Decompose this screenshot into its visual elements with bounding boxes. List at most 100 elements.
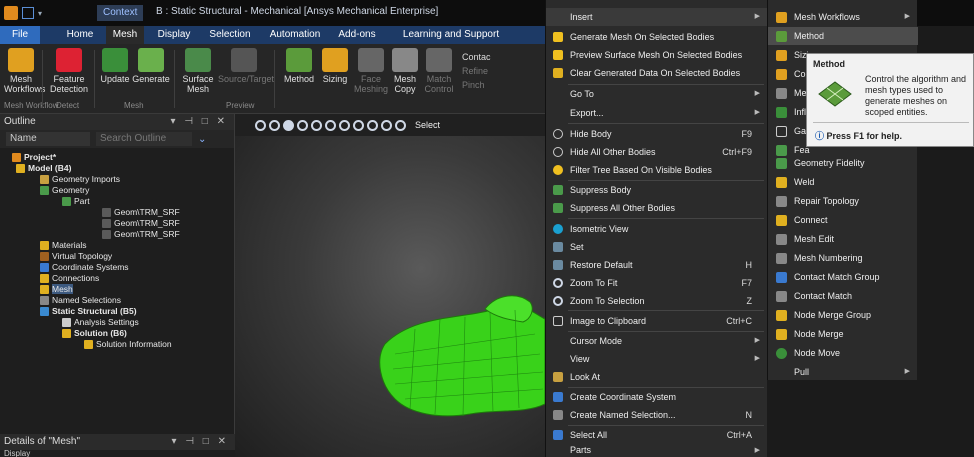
tab-display[interactable]: Display <box>152 26 196 44</box>
tab-add-ons[interactable]: Add-ons <box>334 26 380 44</box>
surface-mesh-button[interactable]: Surface Mesh <box>180 48 216 94</box>
menu-item-create-coordinate-system[interactable]: Create Coordinate System <box>546 388 768 406</box>
menu-item-isometric-view[interactable]: Isometric View <box>546 220 768 238</box>
search-outline-input[interactable]: Search Outline <box>96 132 192 146</box>
tab-automation[interactable]: Automation <box>264 26 326 44</box>
zoom-fit-icon[interactable] <box>367 119 378 131</box>
tree-item-body[interactable]: Geom\TRM_SRF <box>0 207 234 218</box>
tree-item-named-selections[interactable]: Named Selections <box>0 295 234 306</box>
menu-item-generate-mesh[interactable]: Generate Mesh On Selected Bodies <box>546 28 768 46</box>
details-section-display[interactable]: Display <box>0 450 235 457</box>
select-mode-icon[interactable] <box>283 119 294 131</box>
select-label[interactable]: Select <box>415 120 440 130</box>
tree-item-part[interactable]: Part <box>0 196 234 207</box>
rotate-icon[interactable] <box>325 119 336 131</box>
generate-button[interactable]: Generate <box>132 48 170 84</box>
tree-item-virtual-topology[interactable]: Virtual Topology <box>0 251 234 262</box>
submenu-item-connect[interactable]: Connect <box>768 211 918 229</box>
submenu-item-pull[interactable]: Pull ▶ <box>768 363 918 381</box>
menu-item-clear-generated-data[interactable]: Clear Generated Data On Selected Bodies <box>546 64 768 82</box>
tab-file[interactable]: File <box>0 26 40 44</box>
tree-item-connections[interactable]: Connections <box>0 273 234 284</box>
body-select-icon[interactable] <box>297 119 308 131</box>
menu-item-insert[interactable]: Insert ▶ <box>546 8 768 26</box>
window-menu-icon[interactable] <box>22 7 34 19</box>
face-select-icon[interactable] <box>311 119 322 131</box>
refine-button[interactable]: Refine <box>462 64 491 78</box>
sizing-button[interactable]: Sizing <box>320 48 350 84</box>
submenu-item-mesh-numbering[interactable]: Mesh Numbering <box>768 249 918 267</box>
menu-item-hide-all-other-bodies[interactable]: Hide All Other Bodies Ctrl+F9 <box>546 143 768 161</box>
tree-item-model[interactable]: Model (B4) <box>0 163 234 174</box>
panel-controls[interactable]: ▾ ⊣ □ ✕ <box>172 434 229 450</box>
submenu-item-repair-topology[interactable]: Repair Topology <box>768 192 918 210</box>
submenu-item-contact-match[interactable]: Contact Match <box>768 287 918 305</box>
contact-button[interactable]: Contac <box>462 50 491 64</box>
menu-item-preview-surface-mesh[interactable]: Preview Surface Mesh On Selected Bodies <box>546 46 768 64</box>
menu-item-set[interactable]: Set <box>546 238 768 256</box>
tree-item-mesh[interactable]: Mesh <box>0 284 234 295</box>
tree-item-solution[interactable]: Solution (B6) <box>0 328 234 339</box>
name-filter-dropdown[interactable]: Name <box>6 132 90 146</box>
tree-item-coordinate-systems[interactable]: Coordinate Systems <box>0 262 234 273</box>
menu-item-parts[interactable]: Parts ▶ <box>546 444 768 457</box>
submenu-item-mesh-workflows[interactable]: Mesh Workflows ▶ <box>768 8 918 26</box>
match-control-button[interactable]: Match Control <box>422 48 456 94</box>
mesh-copy-button[interactable]: Mesh Copy <box>390 48 420 94</box>
pinch-button[interactable]: Pinch <box>462 78 491 92</box>
menu-item-look-at[interactable]: Look At <box>546 368 768 386</box>
tree-item-geometry-imports[interactable]: Geometry Imports <box>0 174 234 185</box>
tree-item-project[interactable]: Project* <box>0 152 234 163</box>
menu-item-go-to[interactable]: Go To ▶ <box>546 85 768 103</box>
submenu-item-mesh-edit[interactable]: Mesh Edit <box>768 230 918 248</box>
update-button[interactable]: Update <box>100 48 130 84</box>
panel-controls[interactable]: ▾ ⊣ □ ✕ <box>171 114 228 130</box>
zoom-out-icon[interactable] <box>269 119 280 131</box>
submenu-item-method[interactable]: Method <box>768 27 918 45</box>
dropdown-arrow-icon[interactable]: ▾ <box>38 9 42 18</box>
graphics-viewport[interactable] <box>235 114 545 457</box>
menu-item-zoom-to-fit[interactable]: Zoom To Fit F7 <box>546 274 768 292</box>
zoom-selection-icon[interactable] <box>381 119 392 131</box>
menu-item-restore-default[interactable]: Restore Default H <box>546 256 768 274</box>
zoom-in-icon[interactable] <box>255 119 266 131</box>
pan-icon[interactable] <box>339 119 350 131</box>
menu-item-select-all[interactable]: Select All Ctrl+A <box>546 426 768 444</box>
submenu-item-weld[interactable]: Weld <box>768 173 918 191</box>
tab-selection[interactable]: Selection <box>204 26 256 44</box>
tree-item-body[interactable]: Geom\TRM_SRF <box>0 218 234 229</box>
tree-item-body[interactable]: Geom\TRM_SRF <box>0 229 234 240</box>
tree-item-static-structural[interactable]: Static Structural (B5) <box>0 306 234 317</box>
tree-item-analysis-settings[interactable]: Analysis Settings <box>0 317 234 328</box>
zoom-box-icon[interactable] <box>353 119 364 131</box>
menu-item-create-named-selection[interactable]: Create Named Selection... N <box>546 406 768 424</box>
submenu-item-node-move[interactable]: Node Move <box>768 344 918 362</box>
menu-item-export[interactable]: Export... ▶ <box>546 104 768 122</box>
menu-item-image-to-clipboard[interactable]: Image to Clipboard Ctrl+C <box>546 312 768 330</box>
source-target-button[interactable]: Source/Target <box>218 48 274 84</box>
menu-item-suppress-body[interactable]: Suppress Body <box>546 181 768 199</box>
submenu-item-geometry-fidelity[interactable]: Geometry Fidelity <box>768 154 918 172</box>
menu-item-filter-tree[interactable]: Filter Tree Based On Visible Bodies <box>546 161 768 179</box>
chevron-down-icon[interactable]: ⌄ <box>198 134 206 145</box>
submenu-item-node-merge-group[interactable]: Node Merge Group <box>768 306 918 324</box>
menu-item-view[interactable]: View ▶ <box>546 350 768 368</box>
menu-item-suppress-all-other-bodies[interactable]: Suppress All Other Bodies <box>546 199 768 217</box>
tab-mesh[interactable]: Mesh <box>106 26 144 44</box>
submenu-item-contact-match-group[interactable]: Contact Match Group <box>768 268 918 286</box>
method-button[interactable]: Method <box>282 48 316 84</box>
face-meshing-button[interactable]: Face Meshing <box>354 48 388 94</box>
magnifier-icon[interactable] <box>395 119 406 131</box>
tree-item-geometry[interactable]: Geometry <box>0 185 234 196</box>
context-tab-label[interactable]: Context <box>97 5 144 21</box>
tab-learning-support[interactable]: Learning and Support <box>396 26 506 44</box>
menu-item-hide-body[interactable]: Hide Body F9 <box>546 125 768 143</box>
submenu-item-node-merge[interactable]: Node Merge <box>768 325 918 343</box>
tree-item-materials[interactable]: Materials <box>0 240 234 251</box>
menu-item-cursor-mode[interactable]: Cursor Mode ▶ <box>546 332 768 350</box>
tab-home[interactable]: Home <box>60 26 100 44</box>
menu-item-zoom-to-selection[interactable]: Zoom To Selection Z <box>546 292 768 310</box>
mesh-workflows-button[interactable]: Mesh Workflows <box>4 48 45 94</box>
tree-item-solution-information[interactable]: Solution Information <box>0 339 234 350</box>
feature-detection-button[interactable]: Feature Detection <box>48 48 90 94</box>
